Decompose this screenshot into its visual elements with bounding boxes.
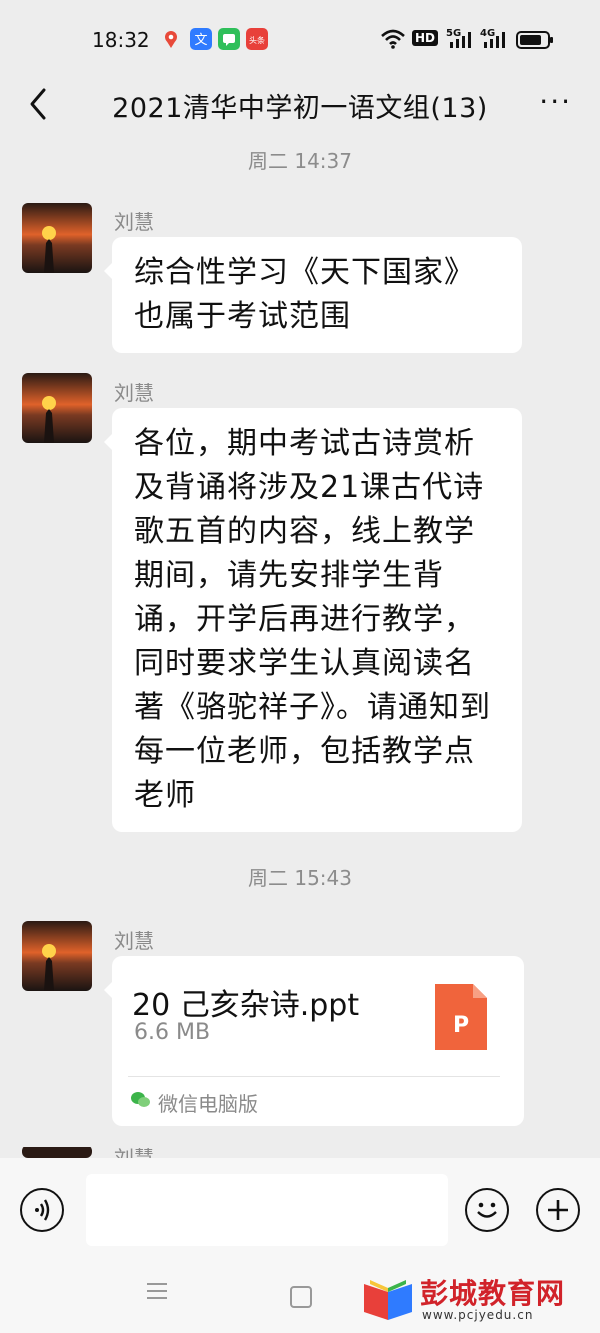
file-source-label: 微信电脑版	[158, 1092, 258, 1116]
message-bubble[interactable]: 综合性学习《天下国家》也属于考试范围	[104, 237, 522, 353]
message-bubble[interactable]: 各位，期中考试古诗赏析及背诵将涉及21课古代诗歌五首的内容，线上教学期间，请先安…	[104, 408, 522, 832]
watermark-url: www.pcjyedu.cn	[422, 1308, 534, 1322]
svg-text:P: P	[453, 1013, 469, 1038]
more-actions-button[interactable]	[536, 1188, 580, 1232]
translate-app-icon: 文	[190, 28, 212, 50]
divider	[128, 1076, 500, 1077]
status-bar: 18:32 文 头条 HD 5G 4G	[0, 0, 600, 80]
watermark: 彭城教育网 www.pcjyedu.cn	[360, 1270, 590, 1328]
sender-name: 刘慧	[114, 210, 154, 234]
avatar[interactable]	[22, 921, 92, 991]
signal-5g-icon: 5G	[446, 26, 476, 54]
sender-name: 刘慧	[114, 929, 154, 953]
voice-icon	[35, 1199, 50, 1221]
wechat-icon	[130, 1090, 152, 1110]
smiley-icon	[477, 1202, 497, 1218]
watermark-title: 彭城教育网	[420, 1277, 566, 1310]
file-name: 20 己亥杂诗.ppt	[132, 988, 360, 1023]
chat-title: 2021清华中学初一语文组(13)	[112, 93, 488, 124]
book-logo-icon	[364, 1280, 412, 1320]
battery-icon	[516, 30, 556, 54]
file-message-card[interactable]: 20 己亥杂诗.ppt 6.6 MB P 微信电脑版	[104, 956, 524, 1126]
message-timestamp: 周二 14:37	[248, 149, 352, 173]
svg-text:文: 文	[194, 33, 207, 48]
svg-text:4G: 4G	[480, 28, 495, 39]
avatar[interactable]	[22, 1145, 92, 1158]
avatar[interactable]	[22, 203, 92, 273]
toutiao-app-icon: 头条	[246, 28, 268, 50]
more-options-button[interactable]: ···	[539, 88, 572, 116]
message-timestamp: 周二 15:43	[248, 866, 352, 890]
menu-icon	[147, 1283, 167, 1299]
svg-text:头条: 头条	[249, 35, 265, 45]
voice-input-button[interactable]	[20, 1188, 64, 1232]
avatar[interactable]	[22, 373, 92, 443]
map-pin-icon	[160, 28, 182, 50]
sender-name: 刘慧	[114, 381, 154, 405]
chat-header: 2021清华中学初一语文组(13) ···	[0, 80, 600, 130]
file-size: 6.6 MB	[134, 1020, 211, 1045]
message-app-icon	[218, 28, 240, 50]
wifi-icon	[380, 28, 406, 54]
plus-icon	[548, 1200, 568, 1220]
ppt-file-icon: P	[435, 984, 487, 1050]
nav-home-button[interactable]	[290, 1286, 312, 1308]
signal-4g-icon: 4G	[480, 26, 510, 54]
svg-text:5G: 5G	[446, 28, 461, 39]
status-time: 18:32	[92, 28, 150, 52]
hd-badge: HD	[412, 30, 439, 46]
sender-name: 刘慧	[114, 1148, 154, 1158]
nav-menu-button[interactable]	[146, 1282, 168, 1300]
message-input[interactable]	[86, 1174, 448, 1246]
emoji-button[interactable]	[465, 1188, 509, 1232]
